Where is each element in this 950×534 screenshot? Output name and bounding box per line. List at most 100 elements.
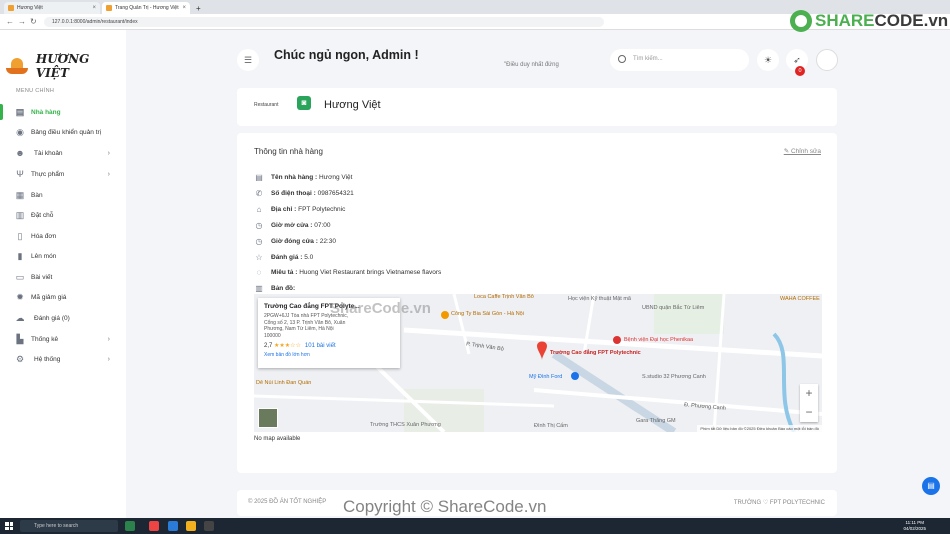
new-tab-button[interactable]: + <box>192 2 205 14</box>
taskbar-search-input[interactable]: Type here to search <box>20 520 118 532</box>
store-icon: ▤ <box>15 106 25 117</box>
sidebar-item-dashboard[interactable]: ◉ Bảng điều khiển quản trị <box>0 124 126 140</box>
sidebar-item-accounts[interactable]: ☻ Tài khoản › <box>0 145 126 161</box>
sidebar-item-system[interactable]: ⚙ Hệ thống › <box>0 351 126 367</box>
pencil-icon: ✎ <box>783 148 791 155</box>
reload-icon[interactable]: ↻ <box>30 17 37 26</box>
taskbar-clock[interactable]: 11:11 PM 04/02/2025 <box>903 520 926 532</box>
zoom-out-button[interactable]: − <box>800 403 818 422</box>
store-icon: ▤ <box>255 173 263 182</box>
info-row: ▥ Bản đồ: <box>254 284 295 293</box>
info-row: ◷ Giờ đóng cửa : 22:30 <box>254 237 336 246</box>
file-explorer-icon[interactable] <box>186 521 196 531</box>
sidebar-item-label: Đánh giá (0) <box>34 314 70 322</box>
clock-icon: ◷ <box>255 237 263 246</box>
sidebar-item-reservations[interactable]: ▥ Đặt chỗ <box>0 207 126 223</box>
info-row-label: Tên nhà hàng : <box>271 174 318 181</box>
reviews-link[interactable]: 101 bài viết <box>305 343 336 349</box>
chart-icon: ▙ <box>16 333 24 344</box>
info-row: ◌ Miêu tả : Huong Viet Restaurant brings … <box>254 268 442 277</box>
tab-title: Hương Việt <box>17 5 43 11</box>
forward-icon[interactable]: → <box>18 17 26 26</box>
chevron-right-icon: › <box>107 170 110 178</box>
sidebar-item-label: Bảng điều khiển quản trị <box>31 128 102 136</box>
notification-badge: 0 <box>795 66 805 76</box>
info-row-value: 5.0 <box>304 254 314 261</box>
info-row-label: Miêu tả : <box>271 269 298 276</box>
view-larger-map-link[interactable]: Xem bản đồ lớn hơn <box>264 352 394 358</box>
watermark-center: ShareCode.vn <box>330 300 431 317</box>
edit-label: Chỉnh sửa <box>790 148 821 155</box>
bank-icon: ⌂ <box>256 205 262 214</box>
windows-start-icon[interactable] <box>5 522 13 530</box>
sidebar-item-tables[interactable]: ▦ Bàn <box>0 187 126 203</box>
map-label: WAHA COFFEE <box>780 296 820 302</box>
sidebar-item-restaurant[interactable]: ▤ Nhà hàng <box>0 104 126 120</box>
tagline: "Điều duy nhất đứng <box>504 62 559 68</box>
terminal-icon[interactable] <box>204 521 214 531</box>
no-map-text: No map available <box>254 436 301 442</box>
footer-copyright: © 2025 ĐỒ ÁN TỐT NGHIỆP <box>248 499 327 505</box>
edit-link[interactable]: ✎ Chỉnh sửa <box>784 147 821 155</box>
info-row: ⌂ Địa chỉ : FPT Polytechnic <box>254 205 346 214</box>
map-label: Công Ty Bia Sài Gòn - Hà Nội <box>451 311 524 317</box>
tab-title: Trang Quản Trị - Hương Việt <box>115 5 179 11</box>
sidebar-item-invoices[interactable]: ▯ Hóa đơn <box>0 228 126 244</box>
settings-icon: ⚙ <box>15 353 25 364</box>
info-row: ✆ Số điện thoại : 0987654321 <box>254 189 354 198</box>
brand-logo[interactable]: HƯƠNG VIỆT <box>6 52 126 80</box>
close-tab-icon[interactable]: × <box>182 5 186 11</box>
sidebar-item-food[interactable]: Ψ Thực phẩm › <box>0 166 126 182</box>
sharecode-watermark: SHARECODE.vn <box>790 10 948 32</box>
sidebar-item-label: Đặt chỗ <box>31 211 54 219</box>
map-icon: ▥ <box>255 284 263 293</box>
avatar[interactable] <box>816 49 838 71</box>
os-taskbar: Type here to search 11:11 PM 04/02/2025 <box>0 518 950 534</box>
map-label: S.studio 32 Phương Canh <box>642 374 706 380</box>
menu-toggle-icon[interactable]: ☰ <box>237 49 259 71</box>
map-label: Học viện Kỹ thuật Mật mã <box>568 296 631 302</box>
top-header: ☰ Chúc ngủ ngon, Admin ! "Điều duy nhất … <box>237 40 838 80</box>
sidebar-item-label: Hệ thống <box>34 355 61 363</box>
sidebar-item-serving[interactable]: ▮ Lên món <box>0 248 126 264</box>
sharecode-logo-icon <box>790 10 812 32</box>
utensils-icon: Ψ <box>16 168 24 179</box>
task-view-icon[interactable] <box>125 521 135 531</box>
close-tab-icon[interactable]: × <box>92 5 96 11</box>
info-row-value: Hương Việt <box>319 174 353 181</box>
clock-icon: ◷ <box>255 221 263 230</box>
chrome-icon[interactable] <box>149 521 159 531</box>
map-label: Đình Thị Cấm <box>534 423 568 429</box>
info-title: Thông tin nhà hàng <box>254 147 323 156</box>
sidebar-item-discounts[interactable]: ✹ Mã giảm giá <box>0 289 126 305</box>
back-icon[interactable]: ← <box>6 17 14 26</box>
chat-icon[interactable]: ▤ <box>922 477 940 495</box>
camera-icon[interactable]: ◙ <box>297 96 311 110</box>
info-row-label: Địa chỉ : <box>271 206 297 213</box>
satellite-toggle[interactable] <box>258 408 278 428</box>
vscode-icon[interactable] <box>168 521 178 531</box>
place-rating: 2,7 ★★★☆☆ 101 bài viết <box>264 342 394 349</box>
sidebar-item-articles[interactable]: ▭ Bài viết <box>0 269 126 285</box>
info-row-value: 07:00 <box>314 222 331 229</box>
browser-tab-active[interactable]: Trang Quản Trị - Hương Việt × <box>102 2 190 14</box>
map-label: Trường THCS Xuân Phương <box>370 422 441 428</box>
brand-name: HƯƠNG VIỆT <box>35 52 90 80</box>
theme-toggle-icon[interactable]: ☀ <box>757 49 779 71</box>
place-address: 100000 <box>264 332 281 339</box>
info-row-label: Bản đồ: <box>271 285 296 292</box>
sidebar-item-label: Thống kê <box>31 335 59 343</box>
rating-value: 2,7 <box>264 343 273 349</box>
search-input[interactable]: Tìm kiếm... <box>610 49 749 71</box>
info-row-label: Giờ mở cửa : <box>271 222 313 229</box>
sidebar-item-statistics[interactable]: ▙ Thống kê › <box>0 331 126 347</box>
zoom-in-button[interactable]: + <box>800 384 818 403</box>
url-input[interactable]: 127.0.0.1:8000/admin/restaurant/index <box>44 17 604 27</box>
restaurant-card: Restaurant ◙ Hương Việt <box>237 88 837 126</box>
info-row-value: 0987654321 <box>317 190 354 197</box>
browser-tab[interactable]: Hương Việt × <box>4 2 100 14</box>
map-attribution: Phím tắt Dữ liệu bản đồ ©2025 Điều khoản… <box>697 425 822 432</box>
sidebar-item-reviews[interactable]: ☁ Đánh giá (0) <box>0 310 126 326</box>
watermark-text: CODE.vn <box>874 11 949 30</box>
info-row-label: Đánh giá : <box>271 254 303 261</box>
